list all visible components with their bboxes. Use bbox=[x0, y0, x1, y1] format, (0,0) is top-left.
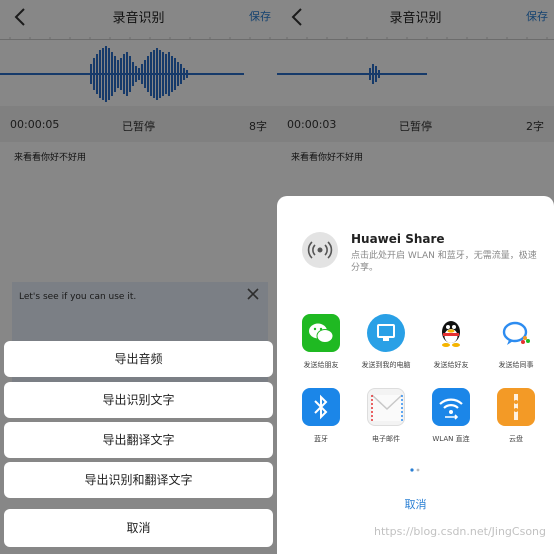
export-both-text-button[interactable]: 导出识别和翻译文字 bbox=[4, 462, 273, 498]
screenshot-stage: 录音识别 保存 00:00:05 已暂停 8字 来看看你好不好用 Let's s… bbox=[0, 0, 554, 554]
export-audio-button[interactable]: 导出音频 bbox=[4, 341, 273, 377]
app-label: 发送给朋友 bbox=[303, 361, 339, 369]
share-bluetooth[interactable]: 蓝牙 bbox=[288, 388, 354, 444]
huawei-share-title[interactable]: Huawei Share bbox=[351, 232, 445, 246]
left-phone-screen: 录音识别 保存 00:00:05 已暂停 8字 来看看你好不好用 Let's s… bbox=[0, 0, 277, 554]
wechat-icon bbox=[302, 314, 340, 352]
share-wlan-direct[interactable]: WLAN 直连 bbox=[418, 388, 484, 444]
qq-penguin-icon bbox=[432, 314, 470, 352]
bluetooth-icon bbox=[302, 388, 340, 426]
cancel-button[interactable]: 取消 bbox=[4, 509, 273, 547]
app-label: WLAN 直连 bbox=[432, 435, 470, 443]
wifi-direct-icon bbox=[432, 388, 470, 426]
share-qq-friend[interactable]: 发送给好友 bbox=[418, 314, 484, 370]
email-icon bbox=[367, 388, 405, 426]
watermark: https://blog.csdn.net/JingCsong bbox=[373, 525, 546, 538]
wework-icon bbox=[497, 314, 535, 352]
huawei-share-icon[interactable] bbox=[302, 232, 338, 268]
app-label: 蓝牙 bbox=[314, 435, 328, 443]
app-label: 发送给好友 bbox=[433, 361, 469, 369]
share-to-my-computer[interactable]: 发送到我的电脑 bbox=[353, 314, 419, 370]
share-sheet: Huawei Share 点击此处开启 WLAN 和蓝牙，无需流量，极速分享。 … bbox=[277, 196, 554, 554]
share-wechat-friend[interactable]: 发送给朋友 bbox=[288, 314, 354, 370]
cancel-button[interactable]: 取消 bbox=[277, 496, 554, 512]
app-label: 云盘 bbox=[509, 435, 523, 443]
app-label: 发送到我的电脑 bbox=[361, 361, 411, 369]
export-recognized-text-button[interactable]: 导出识别文字 bbox=[4, 382, 273, 418]
export-translated-text-button[interactable]: 导出翻译文字 bbox=[4, 422, 273, 458]
app-label: 发送给同事 bbox=[498, 361, 534, 369]
share-cloud-drive[interactable]: 云盘 bbox=[483, 388, 549, 444]
page-indicator bbox=[410, 468, 420, 472]
huawei-share-description[interactable]: 点击此处开启 WLAN 和蓝牙，无需流量，极速分享。 bbox=[351, 250, 537, 274]
computer-icon bbox=[367, 314, 405, 352]
share-wework-colleague[interactable]: 发送给同事 bbox=[483, 314, 549, 370]
app-label: 电子邮件 bbox=[372, 435, 400, 443]
right-phone-screen: 录音识别 保存 00:00:03 已暂停 2字 来看看你好不好用 Huawei … bbox=[277, 0, 554, 554]
share-email[interactable]: 电子邮件 bbox=[353, 388, 419, 444]
cloud-drive-icon bbox=[497, 388, 535, 426]
